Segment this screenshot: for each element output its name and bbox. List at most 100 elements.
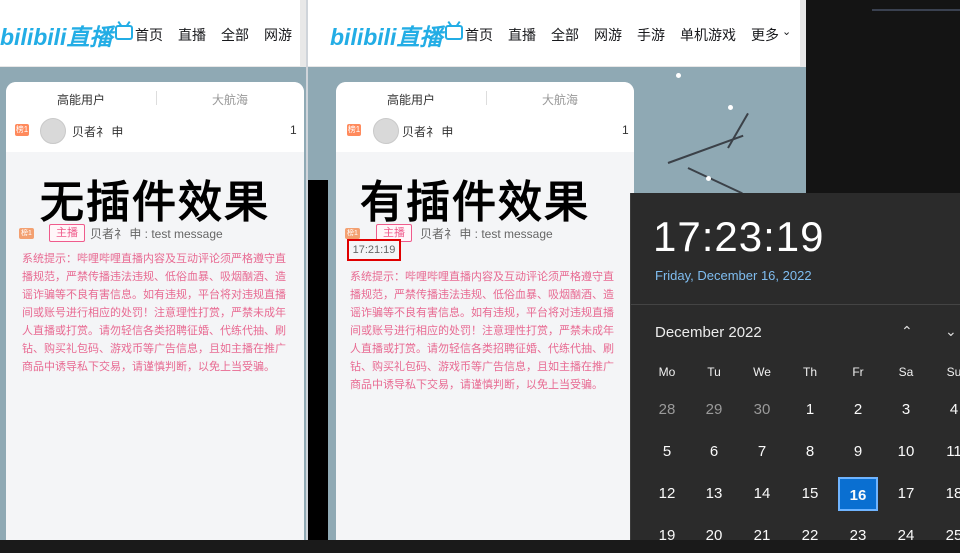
calendar-day[interactable]: 19 [647, 519, 687, 553]
chat-panel: 高能用户 大航海 榜1 贝者礻 申 1 无插件效果 榜1 主播 贝者礻 申 : … [6, 82, 304, 540]
tab-divider [486, 91, 487, 105]
calendar-day[interactable]: 10 [886, 435, 926, 469]
rank-badge: 榜1 [15, 124, 29, 136]
weekday-header: Sa [898, 365, 914, 379]
tab-divider [156, 91, 157, 105]
nav-online-games[interactable]: 网游 [594, 25, 622, 45]
user-count: 1 [622, 123, 629, 137]
bilibili-live-logo[interactable]: bilibili直播 [0, 18, 112, 52]
snowflake [728, 105, 733, 110]
calendar-day[interactable]: 16 [838, 477, 878, 511]
nav-all[interactable]: 全部 [551, 25, 579, 45]
nav-mobile-games[interactable]: 手游 [637, 25, 665, 45]
taskbar-fragment [872, 9, 960, 11]
panel-tabs: 高能用户 大航海 [336, 82, 634, 113]
danmaku-message: 榜1 主播 贝者礻 申 : test message [6, 224, 304, 242]
system-tip: 系统提示：哔哩哔哩直播内容及互动评论须严格遵守直播规范，严禁传播违法违规、低俗血… [350, 271, 614, 391]
chevron-down-icon[interactable]: ⌄ [782, 25, 791, 38]
calendar-day[interactable]: 6 [694, 435, 734, 469]
nav-live[interactable]: 直播 [508, 25, 536, 45]
weekday-header: Mo [658, 365, 676, 379]
system-tip: 系统提示：哔哩哔哩直播内容及互动评论须严格遵守直播规范，严禁传播违法违规、低俗血… [22, 253, 286, 373]
calendar-day[interactable]: 18 [934, 477, 960, 511]
top-nav: bilibili直播 首页 直播 全部 网游 手游 单机游戏 更多 ⌄ [308, 0, 806, 67]
username[interactable]: 贝者礻 申 [72, 123, 123, 140]
calendar-day[interactable]: 3 [886, 393, 926, 427]
avatar[interactable] [40, 118, 66, 144]
weekday-header: Fr [852, 365, 864, 379]
calendar-day[interactable]: 17 [886, 477, 926, 511]
nav-home[interactable]: 首页 [465, 25, 493, 45]
overlay-title: 无插件效果 [40, 178, 270, 227]
divider [631, 304, 960, 305]
branch-decoration [727, 112, 749, 149]
tab-guard[interactable]: 大航海 [212, 91, 248, 108]
rank-badge: 榜1 [347, 124, 361, 136]
chevron-down-icon[interactable]: ⌄ [945, 324, 957, 338]
calendar-day[interactable]: 14 [742, 477, 782, 511]
calendar-day[interactable]: 28 [647, 393, 687, 427]
calendar-day[interactable]: 1 [790, 393, 830, 427]
weekday-header: Su [946, 365, 960, 379]
avatar[interactable] [373, 118, 399, 144]
top-nav: bilibili直播 首页 直播 全部 网游 [0, 0, 306, 67]
message-text[interactable]: 贝者礻 申 : test message [90, 225, 223, 242]
weekday-header: Tu [707, 365, 721, 379]
calendar-day[interactable]: 11 [934, 435, 960, 469]
calendar-day[interactable]: 30 [742, 393, 782, 427]
calendar-month[interactable]: December 2022 [655, 324, 762, 341]
calendar-day[interactable]: 4 [934, 393, 960, 427]
overlay-title: 有插件效果 [360, 178, 590, 227]
message-timestamp: 17:21:19 [347, 239, 401, 261]
snowflake [676, 73, 681, 78]
chat-panel: 高能用户 大航海 榜1 贝者礻 申 1 有插件效果 榜1 主播 贝者礻 申 : … [336, 82, 634, 540]
panel-tabs: 高能用户 大航海 [6, 82, 304, 113]
nav-live[interactable]: 直播 [178, 25, 206, 45]
calendar-day[interactable]: 5 [647, 435, 687, 469]
calendar-day[interactable]: 7 [742, 435, 782, 469]
calendar-day[interactable]: 22 [790, 519, 830, 553]
desktop-background [806, 0, 960, 193]
message-text[interactable]: 贝者礻 申 : test message [420, 225, 553, 242]
nav-home[interactable]: 首页 [135, 25, 163, 45]
calendar-day[interactable]: 23 [838, 519, 878, 553]
left-browser-pane: bilibili直播 首页 直播 全部 网游 高能用户 大航海 榜1 贝者礻 申… [0, 0, 306, 540]
video-edge [308, 180, 328, 540]
weekday-header: Th [802, 365, 817, 379]
branch-decoration [687, 167, 743, 195]
bilibili-live-logo[interactable]: bilibili直播 [330, 18, 442, 52]
nav-online-games[interactable]: 网游 [264, 25, 292, 45]
calendar-day[interactable]: 25 [934, 519, 960, 553]
tab-high-energy-users[interactable]: 高能用户 [387, 91, 435, 108]
tv-icon [445, 25, 463, 40]
user-count: 1 [290, 123, 297, 137]
nav-all[interactable]: 全部 [221, 25, 249, 45]
calendar-day[interactable]: 21 [742, 519, 782, 553]
tab-high-energy-users[interactable]: 高能用户 [57, 91, 105, 108]
medal-badge: 榜1 [345, 228, 360, 239]
calendar-day[interactable]: 24 [886, 519, 926, 553]
calendar-day[interactable]: 15 [790, 477, 830, 511]
clock-time: 17:23:19 [653, 213, 825, 260]
calendar-day[interactable]: 29 [694, 393, 734, 427]
user-rank-row[interactable]: 榜1 贝者礻 申 1 [336, 112, 634, 152]
calendar-day[interactable]: 9 [838, 435, 878, 469]
tab-guard[interactable]: 大航海 [542, 91, 578, 108]
calendar-day[interactable]: 13 [694, 477, 734, 511]
calendar-day[interactable]: 2 [838, 393, 878, 427]
tv-icon [115, 25, 133, 40]
calendar-day[interactable]: 8 [790, 435, 830, 469]
nav-single-player-games[interactable]: 单机游戏 [680, 25, 736, 45]
clock-calendar-flyout: 17:23:19 Friday, December 16, 2022 Decem… [630, 193, 960, 544]
nav-more[interactable]: 更多 [751, 25, 779, 45]
host-badge: 主播 [49, 224, 85, 242]
snowflake [706, 176, 711, 181]
medal-badge: 榜1 [19, 228, 34, 239]
username[interactable]: 贝者礻 申 [402, 123, 453, 140]
chevron-up-icon[interactable]: ⌃ [901, 324, 913, 338]
user-rank-row[interactable]: 榜1 贝者礻 申 1 [6, 112, 304, 152]
calendar-day[interactable]: 20 [694, 519, 734, 553]
clock-date-link[interactable]: Friday, December 16, 2022 [655, 268, 812, 283]
weekday-header: We [753, 365, 771, 379]
calendar-day[interactable]: 12 [647, 477, 687, 511]
